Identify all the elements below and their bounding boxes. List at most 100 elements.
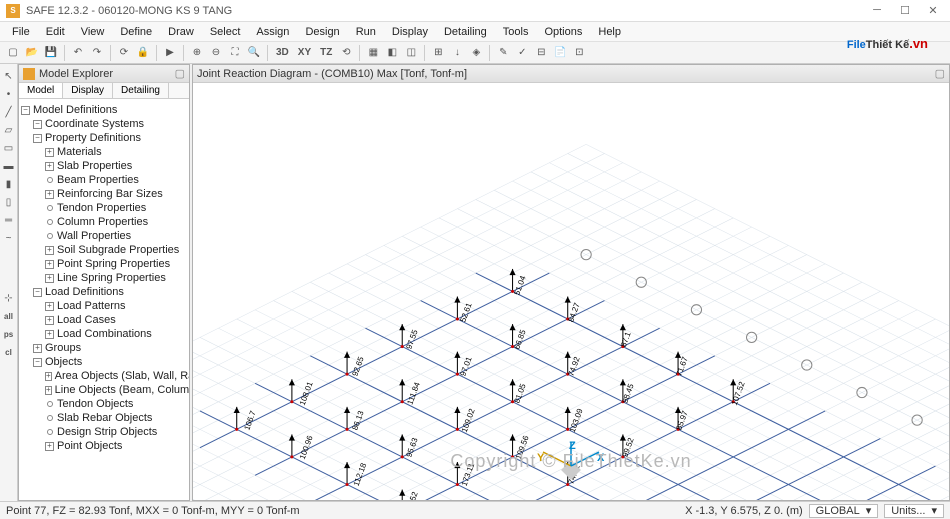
viewport-title: Joint Reaction Diagram - (COMB10) Max [T… bbox=[197, 68, 467, 80]
detail-icon[interactable]: ⊡ bbox=[570, 44, 588, 62]
tab-model[interactable]: Model bbox=[19, 83, 63, 98]
minimize-button[interactable]: ─ bbox=[864, 2, 890, 18]
menu-display[interactable]: Display bbox=[384, 24, 436, 40]
report-icon[interactable]: 📄 bbox=[551, 44, 569, 62]
table-icon[interactable]: ⊟ bbox=[532, 44, 550, 62]
open-icon[interactable]: 📂 bbox=[23, 44, 41, 62]
rotate-icon[interactable]: ⟲ bbox=[337, 44, 355, 62]
view-xy-button[interactable]: XY bbox=[294, 44, 315, 62]
canvas-3d[interactable]: 51.0452.6197.5592.65108.01106.784.2766.8… bbox=[193, 83, 949, 500]
display-icon[interactable]: ▦ bbox=[364, 44, 382, 62]
draw-strip-icon[interactable]: ═ bbox=[1, 212, 17, 228]
pointer-icon[interactable]: ↖ bbox=[1, 68, 17, 84]
tree-row[interactable]: +Point Spring Properties bbox=[21, 257, 187, 271]
tree-row[interactable]: Slab Rebar Objects bbox=[21, 411, 187, 425]
maximize-button[interactable]: ☐ bbox=[892, 2, 918, 18]
tree-row[interactable]: −Load Definitions bbox=[21, 285, 187, 299]
window-controls: ─ ☐ ✕ bbox=[864, 2, 946, 18]
tree-row[interactable]: Tendon Properties bbox=[21, 201, 187, 215]
draw-area-icon[interactable]: ▱ bbox=[1, 122, 17, 138]
menu-help[interactable]: Help bbox=[590, 24, 629, 40]
statusbar: Point 77, FZ = 82.93 Tonf, MXX = 0 Tonf-… bbox=[0, 501, 950, 519]
menu-edit[interactable]: Edit bbox=[38, 24, 73, 40]
tree-row[interactable]: +Groups bbox=[21, 341, 187, 355]
zoom-out-icon[interactable]: ⊖ bbox=[207, 44, 225, 62]
save-icon[interactable]: 💾 bbox=[42, 44, 60, 62]
menu-tools[interactable]: Tools bbox=[495, 24, 537, 40]
draw-column-icon[interactable]: ▮ bbox=[1, 176, 17, 192]
model-explorer-panel: Model Explorer ▢ ModelDisplayDetailing −… bbox=[18, 64, 190, 501]
menu-file[interactable]: File bbox=[4, 24, 38, 40]
tree-row[interactable]: +Slab Properties bbox=[21, 159, 187, 173]
explorer-max-icon[interactable]: ▢ bbox=[175, 67, 185, 80]
shrink-icon[interactable]: ◫ bbox=[402, 44, 420, 62]
menu-options[interactable]: Options bbox=[536, 24, 590, 40]
tree-row[interactable]: −Coordinate Systems bbox=[21, 117, 187, 131]
tree-row[interactable]: −Model Definitions bbox=[21, 103, 187, 117]
tree-row[interactable]: +Load Combinations bbox=[21, 327, 187, 341]
zoom-in-icon[interactable]: ⊕ bbox=[188, 44, 206, 62]
run-icon[interactable]: ▶ bbox=[161, 44, 179, 62]
all-button[interactable]: all bbox=[1, 308, 17, 324]
titlebar: S SAFE 12.3.2 - 060120-MONG KS 9 TANG bbox=[0, 0, 950, 22]
results-icon[interactable]: ◈ bbox=[467, 44, 485, 62]
menu-assign[interactable]: Assign bbox=[248, 24, 297, 40]
lock-icon[interactable]: 🔒 bbox=[134, 44, 152, 62]
clr-button[interactable]: cl bbox=[1, 344, 17, 360]
ps-button[interactable]: ps bbox=[1, 326, 17, 342]
draw-wall-icon[interactable]: ▯ bbox=[1, 194, 17, 210]
tree-row[interactable]: −Property Definitions bbox=[21, 131, 187, 145]
refresh-icon[interactable]: ⟳ bbox=[115, 44, 133, 62]
status-units[interactable]: Units...▾ bbox=[884, 504, 944, 518]
check-icon[interactable]: ✓ bbox=[513, 44, 531, 62]
main-area: ↖ • ╱ ▱ ▭ ▬ ▮ ▯ ═ ~ ⊹ all ps cl Model Ex… bbox=[0, 64, 950, 501]
tree-view[interactable]: −Model Definitions−Coordinate Systems−Pr… bbox=[19, 99, 189, 500]
loads-icon[interactable]: ↓ bbox=[448, 44, 466, 62]
tab-detailing[interactable]: Detailing bbox=[113, 83, 169, 98]
tree-row[interactable]: +Load Cases bbox=[21, 313, 187, 327]
extrude-icon[interactable]: ◧ bbox=[383, 44, 401, 62]
tree-row[interactable]: +Line Spring Properties bbox=[21, 271, 187, 285]
menubar: FileEditViewDefineDrawSelectAssignDesign… bbox=[0, 22, 950, 42]
zoom-fit-icon[interactable]: ⛶ bbox=[226, 44, 244, 62]
undo-icon[interactable]: ↶ bbox=[69, 44, 87, 62]
tree-row[interactable]: +Reinforcing Bar Sizes bbox=[21, 187, 187, 201]
viewport-max-icon[interactable]: ▢ bbox=[935, 67, 945, 80]
menu-define[interactable]: Define bbox=[112, 24, 160, 40]
tree-row[interactable]: Tendon Objects bbox=[21, 397, 187, 411]
grid-icon[interactable]: ⊞ bbox=[429, 44, 447, 62]
tree-row[interactable]: −Objects bbox=[21, 355, 187, 369]
zoom-window-icon[interactable]: 🔍 bbox=[245, 44, 263, 62]
menu-draw[interactable]: Draw bbox=[160, 24, 202, 40]
tree-row[interactable]: Design Strip Objects bbox=[21, 425, 187, 439]
snap-icon[interactable]: ⊹ bbox=[1, 290, 17, 306]
tree-row[interactable]: Column Properties bbox=[21, 215, 187, 229]
tree-row[interactable]: +Materials bbox=[21, 145, 187, 159]
menu-view[interactable]: View bbox=[73, 24, 113, 40]
viewport-panel: Joint Reaction Diagram - (COMB10) Max [T… bbox=[192, 64, 950, 501]
draw-rect-icon[interactable]: ▭ bbox=[1, 140, 17, 156]
draw-point-icon[interactable]: • bbox=[1, 86, 17, 102]
menu-design[interactable]: Design bbox=[297, 24, 347, 40]
tree-row[interactable]: +Load Patterns bbox=[21, 299, 187, 313]
new-icon[interactable]: ▢ bbox=[4, 44, 22, 62]
tree-row[interactable]: +Line Objects (Beam, Column, Brace, Null… bbox=[21, 383, 187, 397]
draw-line-icon[interactable]: ╱ bbox=[1, 104, 17, 120]
tree-row[interactable]: Beam Properties bbox=[21, 173, 187, 187]
tab-display[interactable]: Display bbox=[63, 83, 113, 98]
view-tz-button[interactable]: TZ bbox=[316, 44, 336, 62]
menu-detailing[interactable]: Detailing bbox=[436, 24, 495, 40]
tree-row[interactable]: +Soil Subgrade Properties bbox=[21, 243, 187, 257]
view-3d-button[interactable]: 3D bbox=[272, 44, 293, 62]
menu-run[interactable]: Run bbox=[348, 24, 384, 40]
close-button[interactable]: ✕ bbox=[920, 2, 946, 18]
menu-select[interactable]: Select bbox=[202, 24, 249, 40]
tree-row[interactable]: Wall Properties bbox=[21, 229, 187, 243]
tree-row[interactable]: +Area Objects (Slab, Wall, Ramp, Null) bbox=[21, 369, 187, 383]
redo-icon[interactable]: ↷ bbox=[88, 44, 106, 62]
draw-slab-icon[interactable]: ▬ bbox=[1, 158, 17, 174]
assign-icon[interactable]: ✎ bbox=[494, 44, 512, 62]
draw-tendon-icon[interactable]: ~ bbox=[1, 230, 17, 246]
status-global[interactable]: GLOBAL▾ bbox=[809, 504, 879, 518]
tree-row[interactable]: +Point Objects bbox=[21, 439, 187, 453]
